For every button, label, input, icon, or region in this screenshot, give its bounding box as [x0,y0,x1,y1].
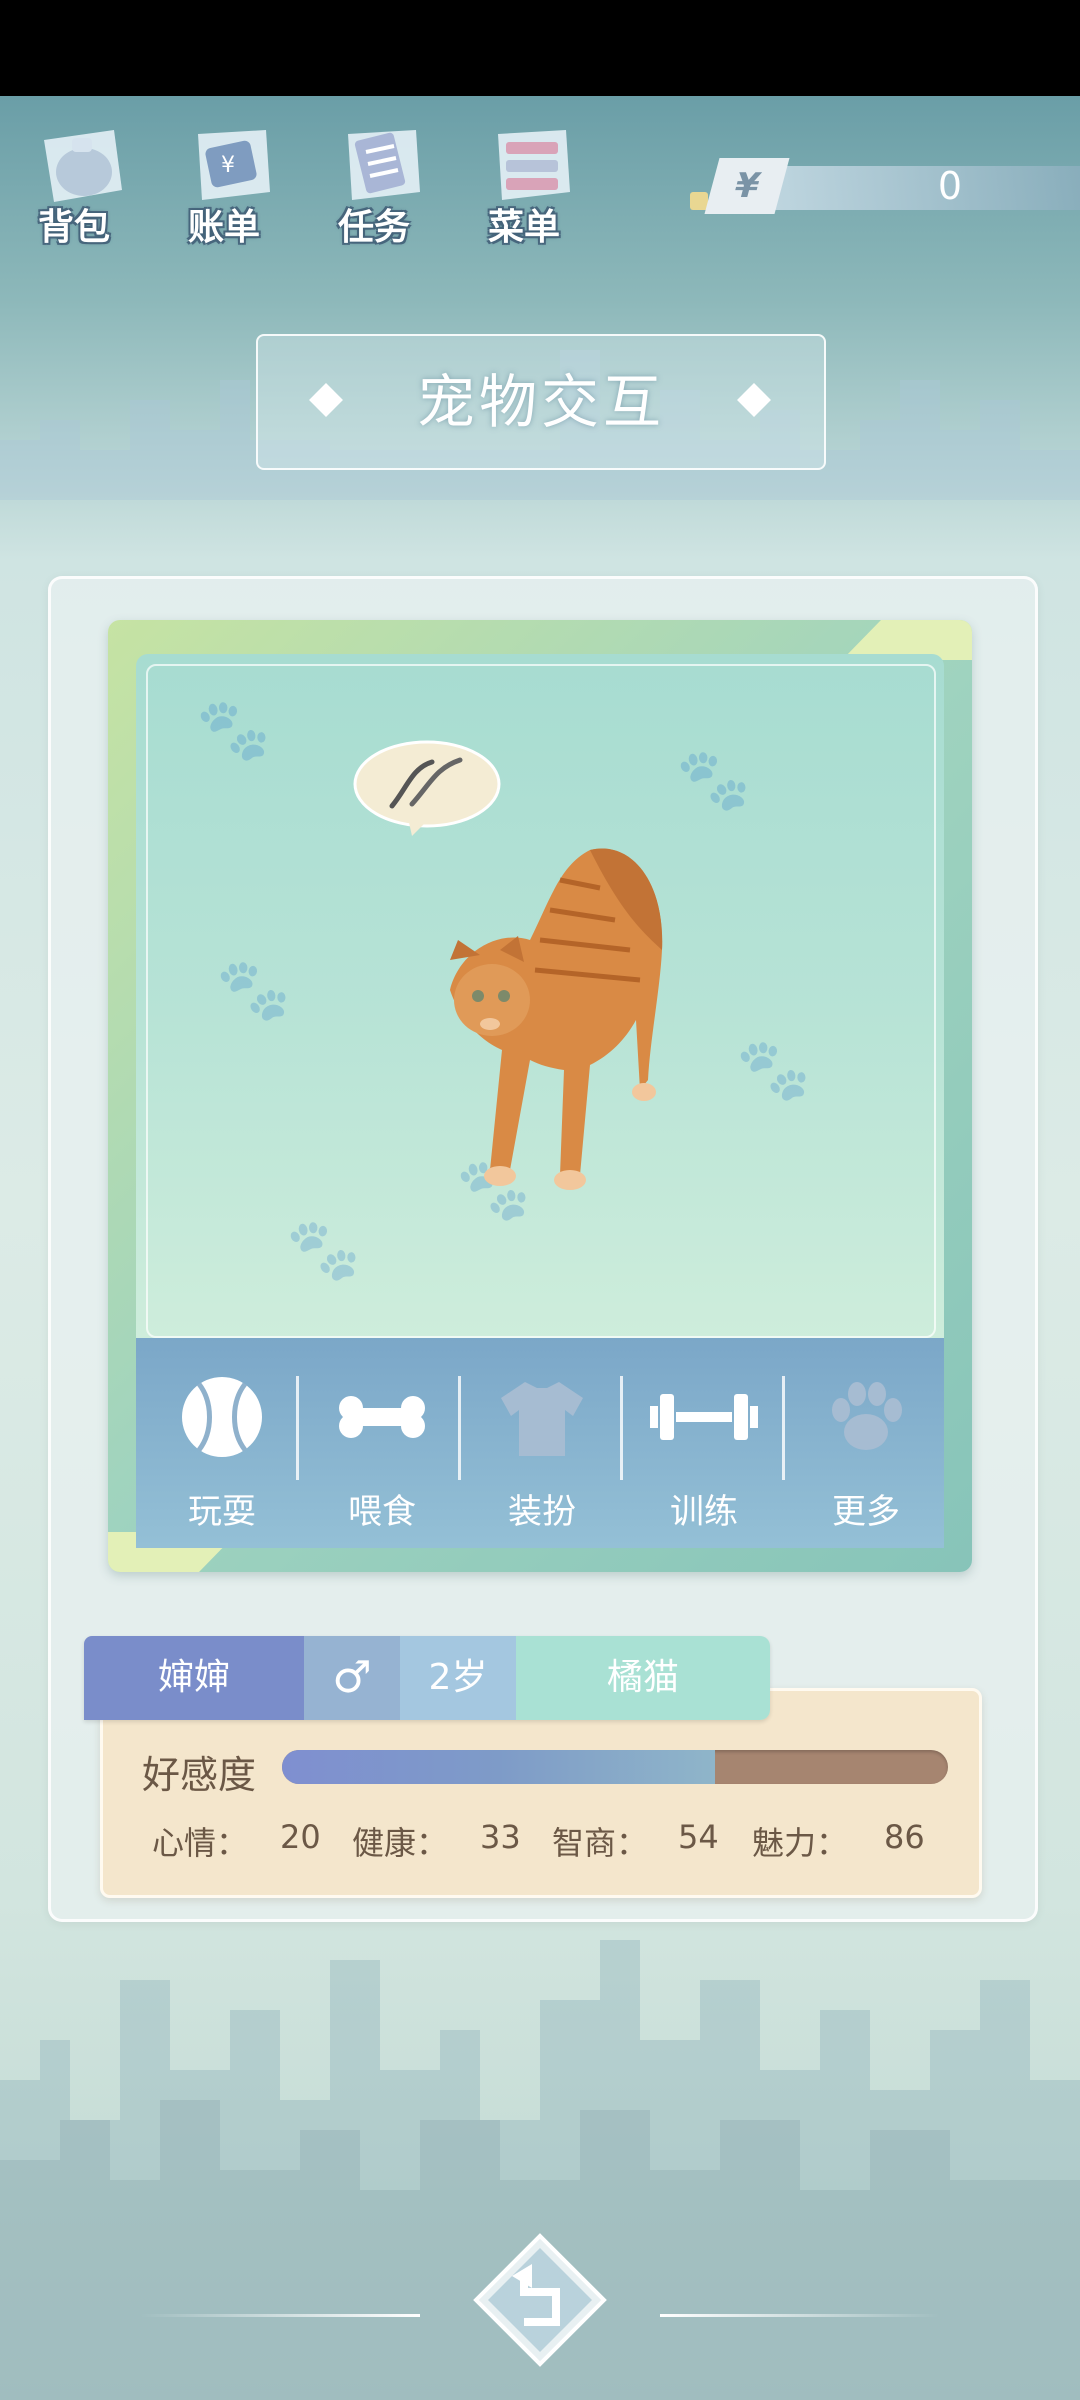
speech-bubble [353,740,501,836]
stat-charm-label: 魅力： [752,1824,849,1862]
action-more-button[interactable]: 更多 [786,1372,946,1532]
stat-charm-value: 86 [884,1818,925,1856]
ball-icon [182,1377,262,1457]
pet-identity-bar: 婶婶 ♂ 2岁 橘猫 [84,1636,770,1720]
nav-label: 背包 [37,207,110,248]
action-divider [296,1376,299,1480]
stat-health-value: 33 [480,1818,521,1856]
bill-icon: ¥ [198,130,270,200]
backpack-icon [44,130,122,202]
stat-iq-label: 智商： [552,1824,649,1862]
stat-mood-value: 20 [280,1818,321,1856]
action-divider [620,1376,623,1480]
action-dress-button[interactable]: 装扮 [462,1372,622,1532]
action-label: 装扮 [508,1492,576,1532]
page-title-frame: 宠物交互 [256,334,826,470]
task-icon [348,130,420,200]
status-bar [0,0,1080,96]
pet-age: 2岁 [400,1636,516,1720]
action-label: 玩耍 [188,1492,256,1532]
currency-display: ¥ 0 [690,158,1080,214]
currency-value: 0 [937,164,963,208]
nav-task[interactable]: 任务 [314,110,434,250]
pet-breed: 橘猫 [516,1636,770,1720]
svg-text:¥: ¥ [221,153,235,178]
dumbbell-icon [650,1394,758,1440]
action-play-button[interactable]: 玩耍 [142,1372,302,1532]
nav-menu[interactable]: 菜单 [464,110,584,250]
shirt-icon [501,1382,583,1456]
nav-backpack[interactable]: 背包 [14,110,134,250]
action-train-button[interactable]: 训练 [624,1372,784,1532]
action-feed-button[interactable]: 喂食 [302,1372,462,1532]
bottom-ornament-line [140,2314,420,2317]
action-label: 喂食 [348,1492,416,1532]
affinity-label: 好感度 [142,1753,257,1797]
back-button[interactable] [472,2232,608,2368]
stat-mood-label: 心情： [152,1824,249,1862]
paw-icon [832,1382,902,1450]
nav-label: 菜单 [487,207,560,248]
bone-icon [339,1396,425,1438]
bottom-ornament-line [660,2314,940,2317]
action-label: 更多 [832,1492,900,1532]
stat-iq-value: 54 [678,1818,719,1856]
stat-health-label: 健康： [352,1824,449,1862]
nav-label: 账单 [187,207,260,248]
affinity-fill [282,1750,715,1784]
pet-cat[interactable] [440,840,680,1200]
menu-icon [498,130,570,200]
pet-name: 婶婶 [84,1636,304,1720]
action-label: 训练 [670,1492,738,1532]
action-divider [782,1376,785,1480]
action-divider [458,1376,461,1480]
nav-label: 任务 [337,207,410,248]
nav-bill[interactable]: ¥ 账单 [164,110,284,250]
male-icon: ♂ [304,1636,400,1720]
affinity-bar [282,1750,948,1784]
